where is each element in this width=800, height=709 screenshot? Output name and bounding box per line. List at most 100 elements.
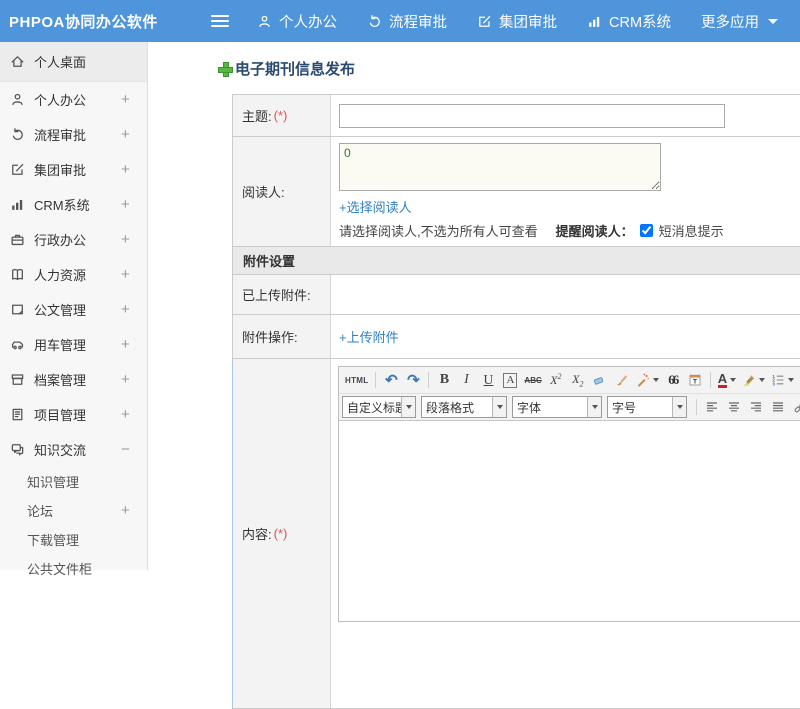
sidebar-item-forum[interactable]: 论坛+ (0, 496, 147, 525)
align-center-icon[interactable] (723, 396, 745, 418)
archive-icon (10, 372, 25, 387)
sidebar-item-label: 公共文件柜 (27, 559, 121, 578)
publish-form: 主题: (*) 阅读人: 0 +选择阅读人 请选择阅读人,不选为所有人可查看 提… (232, 94, 800, 709)
expand-plus-icon[interactable]: + (121, 231, 147, 248)
sms-notice-checkbox[interactable] (640, 224, 653, 237)
chevron-down-icon (768, 19, 778, 24)
nav-workflow-approval[interactable]: 流程审批 (367, 11, 447, 32)
expand-plus-icon[interactable]: + (121, 336, 147, 353)
chevron-down-icon (759, 378, 765, 382)
quick-format-icon[interactable] (633, 369, 662, 391)
blockquote-button[interactable]: 66 (662, 369, 684, 391)
link-icon[interactable] (789, 396, 800, 418)
chat-icon (10, 442, 25, 457)
nav-label: CRM系统 (609, 11, 671, 32)
superscript-button[interactable]: X2 (545, 369, 567, 391)
readers-textarea[interactable]: 0 (339, 143, 661, 191)
font-family-select[interactable]: 字体 (512, 396, 602, 418)
sidebar-item-label: 人力资源 (34, 265, 121, 284)
expand-plus-icon[interactable]: + (121, 161, 147, 178)
toolbar-separator (710, 372, 711, 388)
expand-plus-icon[interactable]: + (121, 301, 147, 318)
car-icon (10, 337, 25, 352)
ordered-list-icon[interactable]: 123 (768, 369, 797, 391)
upload-attachment-link[interactable]: +上传附件 (339, 327, 399, 346)
align-left-icon (705, 400, 719, 414)
page-title-text: 电子期刊信息发布 (235, 58, 355, 79)
expand-plus-icon[interactable]: + (121, 196, 147, 213)
sidebar-item-label: 流程审批 (34, 125, 121, 144)
expand-plus-icon[interactable]: + (121, 91, 147, 108)
subscript-button[interactable]: X2 (567, 369, 589, 391)
align-right-icon[interactable] (745, 396, 767, 418)
font-size-select[interactable]: 字号 (607, 396, 687, 418)
sidebar-item-public-file-cabinet[interactable]: 公共文件柜 (0, 554, 147, 583)
button-label: ↷ (407, 371, 420, 389)
paragraph-format-select[interactable]: 段落格式 (421, 396, 507, 418)
nav-crm-system[interactable]: CRM系统 (587, 11, 671, 32)
sidebar-item-project-mgmt[interactable]: 项目管理+ (0, 397, 147, 432)
uploaded-attachments-value (331, 275, 800, 314)
expand-plus-icon[interactable]: + (121, 406, 147, 423)
chevron-down-icon (587, 397, 601, 417)
highlight-color-icon[interactable] (739, 369, 768, 391)
content-row: 内容: (*) HTML↶↷BIUAABCX2X266TA123 自定义标题段落… (232, 359, 800, 709)
nav-more-apps[interactable]: 更多应用 (701, 11, 778, 32)
underline-button[interactable]: U (477, 369, 499, 391)
source-code-button[interactable]: HTML (342, 369, 371, 391)
subject-label: 主题: (*) (233, 95, 331, 136)
content-label: 内容: (*) (233, 359, 331, 708)
expand-plus-icon[interactable]: + (121, 266, 147, 283)
toolbar-separator (696, 399, 697, 415)
svg-text:3: 3 (773, 382, 776, 387)
select-readers-link[interactable]: +选择阅读人 (339, 200, 412, 215)
redo-button[interactable]: ↷ (402, 369, 424, 391)
subject-input[interactable] (339, 104, 725, 128)
font-style-button[interactable]: A (499, 369, 521, 391)
toolbar-separator (428, 372, 429, 388)
quick-format-icon (636, 373, 650, 387)
sidebar-item-knowledge-mgmt[interactable]: 知识管理 (0, 467, 147, 496)
cycle-icon (367, 14, 382, 29)
strikethrough-button[interactable]: ABC (521, 369, 544, 391)
sidebar-item-knowledge-exchange[interactable]: 知识交流− (0, 432, 147, 467)
collapse-minus-icon[interactable]: − (121, 441, 147, 458)
sidebar-item-document-mgmt[interactable]: 公文管理+ (0, 292, 147, 327)
sidebar-item-archive-mgmt[interactable]: 档案管理+ (0, 362, 147, 397)
editor-content-area[interactable] (339, 421, 800, 621)
sidebar-item-admin-office[interactable]: 行政办公+ (0, 222, 147, 257)
paste-as-text-icon[interactable]: T (684, 369, 706, 391)
format-painter-icon (615, 373, 629, 387)
undo-button[interactable]: ↶ (380, 369, 402, 391)
justify-icon[interactable] (767, 396, 789, 418)
rich-text-editor: HTML↶↷BIUAABCX2X266TA123 自定义标题段落格式字体字号 (338, 366, 800, 622)
sidebar-item-group-approval[interactable]: 集团审批+ (0, 152, 147, 187)
sidebar-item-crm-system[interactable]: CRM系统+ (0, 187, 147, 222)
custom-title-select[interactable]: 自定义标题 (342, 396, 416, 418)
align-left-icon[interactable] (701, 396, 723, 418)
expand-plus-icon[interactable]: + (121, 502, 147, 519)
sidebar-item-download-mgmt[interactable]: 下载管理 (0, 525, 147, 554)
nav-group-approval[interactable]: 集团审批 (477, 11, 557, 32)
sidebar-item-workflow-approval[interactable]: 流程审批+ (0, 117, 147, 152)
cycle-icon (10, 127, 25, 142)
eraser-icon[interactable] (589, 369, 611, 391)
nav-personal-office[interactable]: 个人办公 (257, 11, 337, 32)
remind-readers-label: 提醒阅读人： (556, 221, 634, 240)
align-center-icon (727, 400, 741, 414)
format-painter-icon[interactable] (611, 369, 633, 391)
justify-icon (771, 400, 785, 414)
expand-plus-icon[interactable]: + (121, 371, 147, 388)
font-color-button[interactable]: A (715, 369, 739, 391)
expand-plus-icon[interactable]: + (121, 126, 147, 143)
select-value: 字体 (513, 399, 587, 416)
hamburger-menu-icon[interactable] (211, 15, 229, 28)
italic-button[interactable]: I (455, 369, 477, 391)
bold-button[interactable]: B (433, 369, 455, 391)
sidebar-item-human-resources[interactable]: 人力资源+ (0, 257, 147, 292)
sidebar-item-personal-desktop[interactable]: 个人桌面 (0, 42, 147, 82)
main-content: 电子期刊信息发布 主题: (*) 阅读人: 0 +选择阅读人 (149, 42, 800, 570)
button-label: A (503, 373, 517, 388)
sidebar-item-personal-office[interactable]: 个人办公+ (0, 82, 147, 117)
sidebar-item-vehicle-mgmt[interactable]: 用车管理+ (0, 327, 147, 362)
